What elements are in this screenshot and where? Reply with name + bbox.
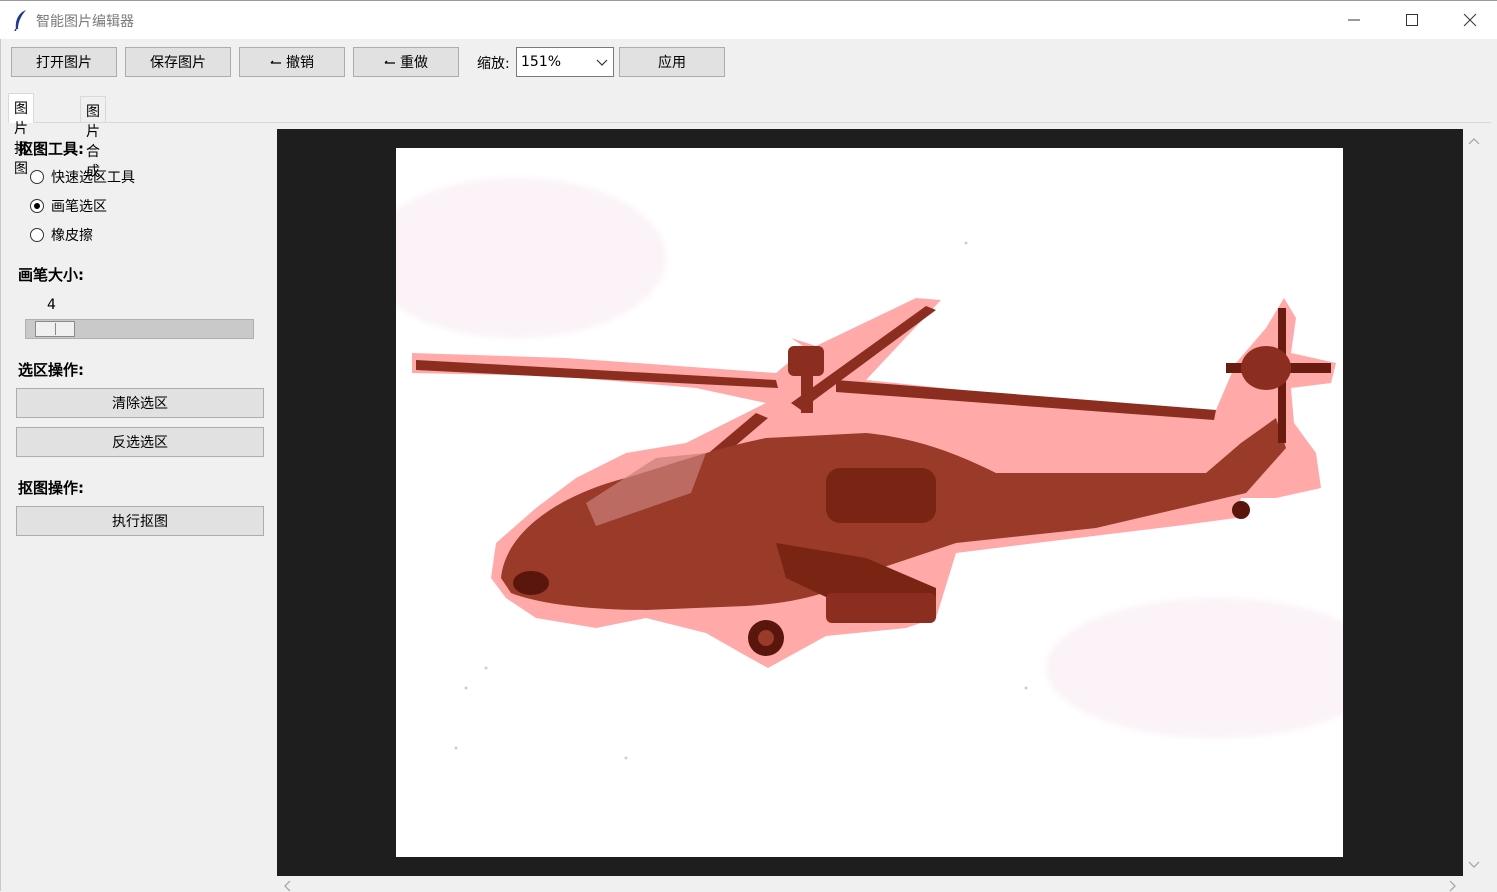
radio-brush-select[interactable]: 画笔选区 — [30, 196, 107, 216]
horizontal-scrollbar[interactable] — [277, 878, 1463, 892]
maximize-icon — [1406, 14, 1418, 26]
radio-indicator-checked — [30, 199, 44, 213]
scroll-up-icon[interactable] — [1468, 137, 1480, 145]
radio-eraser-label: 橡皮擦 — [51, 228, 93, 244]
undo-arrow-icon — [270, 54, 282, 70]
maximize-button[interactable] — [1383, 1, 1441, 39]
brush-size-slider[interactable] — [25, 319, 254, 339]
apply-zoom-button[interactable]: 应用 — [619, 47, 725, 77]
save-image-button[interactable]: 保存图片 — [125, 47, 231, 77]
close-icon — [1463, 13, 1477, 27]
chevron-down-icon — [596, 59, 608, 66]
window-left-border — [0, 39, 1, 891]
radio-brush-select-label: 画笔选区 — [51, 199, 107, 215]
radio-eraser[interactable]: 橡皮擦 — [30, 225, 93, 245]
tab-panel-border — [8, 122, 1491, 123]
save-image-label: 保存图片 — [150, 55, 206, 71]
scroll-down-icon[interactable] — [1468, 861, 1480, 869]
execute-cutout-button[interactable]: 执行抠图 — [16, 506, 264, 536]
redo-arrow-icon — [384, 54, 396, 70]
open-image-button[interactable]: 打开图片 — [11, 47, 117, 77]
redo-label: 重做 — [400, 55, 428, 71]
radio-quick-select[interactable]: 快速选区工具 — [30, 167, 135, 187]
radio-indicator — [30, 228, 44, 242]
brush-size-value: 4 — [47, 297, 56, 313]
tab-cutout-label: 图片抠图 — [14, 101, 28, 177]
scroll-right-icon[interactable] — [1449, 880, 1457, 892]
minimize-icon — [1348, 19, 1360, 21]
execute-cutout-label: 执行抠图 — [112, 514, 168, 530]
tab-compose[interactable]: 图片合成 — [80, 96, 106, 180]
undo-label: 撤销 — [286, 55, 314, 71]
cutout-ops-label: 抠图操作: — [18, 479, 84, 497]
feather-icon — [12, 9, 30, 32]
clear-selection-label: 清除选区 — [112, 396, 168, 412]
tab-cutout[interactable]: 图片抠图 — [8, 93, 34, 177]
minimize-button[interactable] — [1325, 1, 1383, 39]
helicopter-image — [396, 178, 1343, 760]
apply-label: 应用 — [658, 55, 686, 71]
radio-quick-select-label: 快速选区工具 — [51, 170, 135, 186]
invert-selection-label: 反选选区 — [112, 435, 168, 451]
edited-image[interactable] — [396, 148, 1343, 857]
scroll-left-icon[interactable] — [283, 880, 291, 892]
brush-size-label: 画笔大小: — [18, 266, 84, 284]
undo-button[interactable]: 撤销 — [239, 47, 345, 77]
zoom-select[interactable]: 151% — [516, 47, 614, 77]
close-button[interactable] — [1441, 1, 1497, 39]
slider-handle[interactable] — [35, 321, 75, 337]
selection-ops-label: 选区操作: — [18, 361, 84, 379]
radio-indicator — [30, 170, 44, 184]
window-title: 智能图片编辑器 — [36, 14, 134, 30]
open-image-label: 打开图片 — [36, 55, 92, 71]
clear-selection-button[interactable]: 清除选区 — [16, 388, 264, 418]
vertical-scrollbar[interactable] — [1465, 129, 1483, 876]
redo-button[interactable]: 重做 — [353, 47, 459, 77]
title-bar: 智能图片编辑器 — [0, 0, 1497, 39]
invert-selection-button[interactable]: 反选选区 — [16, 427, 264, 457]
zoom-label: 缩放: — [477, 56, 510, 72]
zoom-value: 151% — [521, 54, 562, 70]
